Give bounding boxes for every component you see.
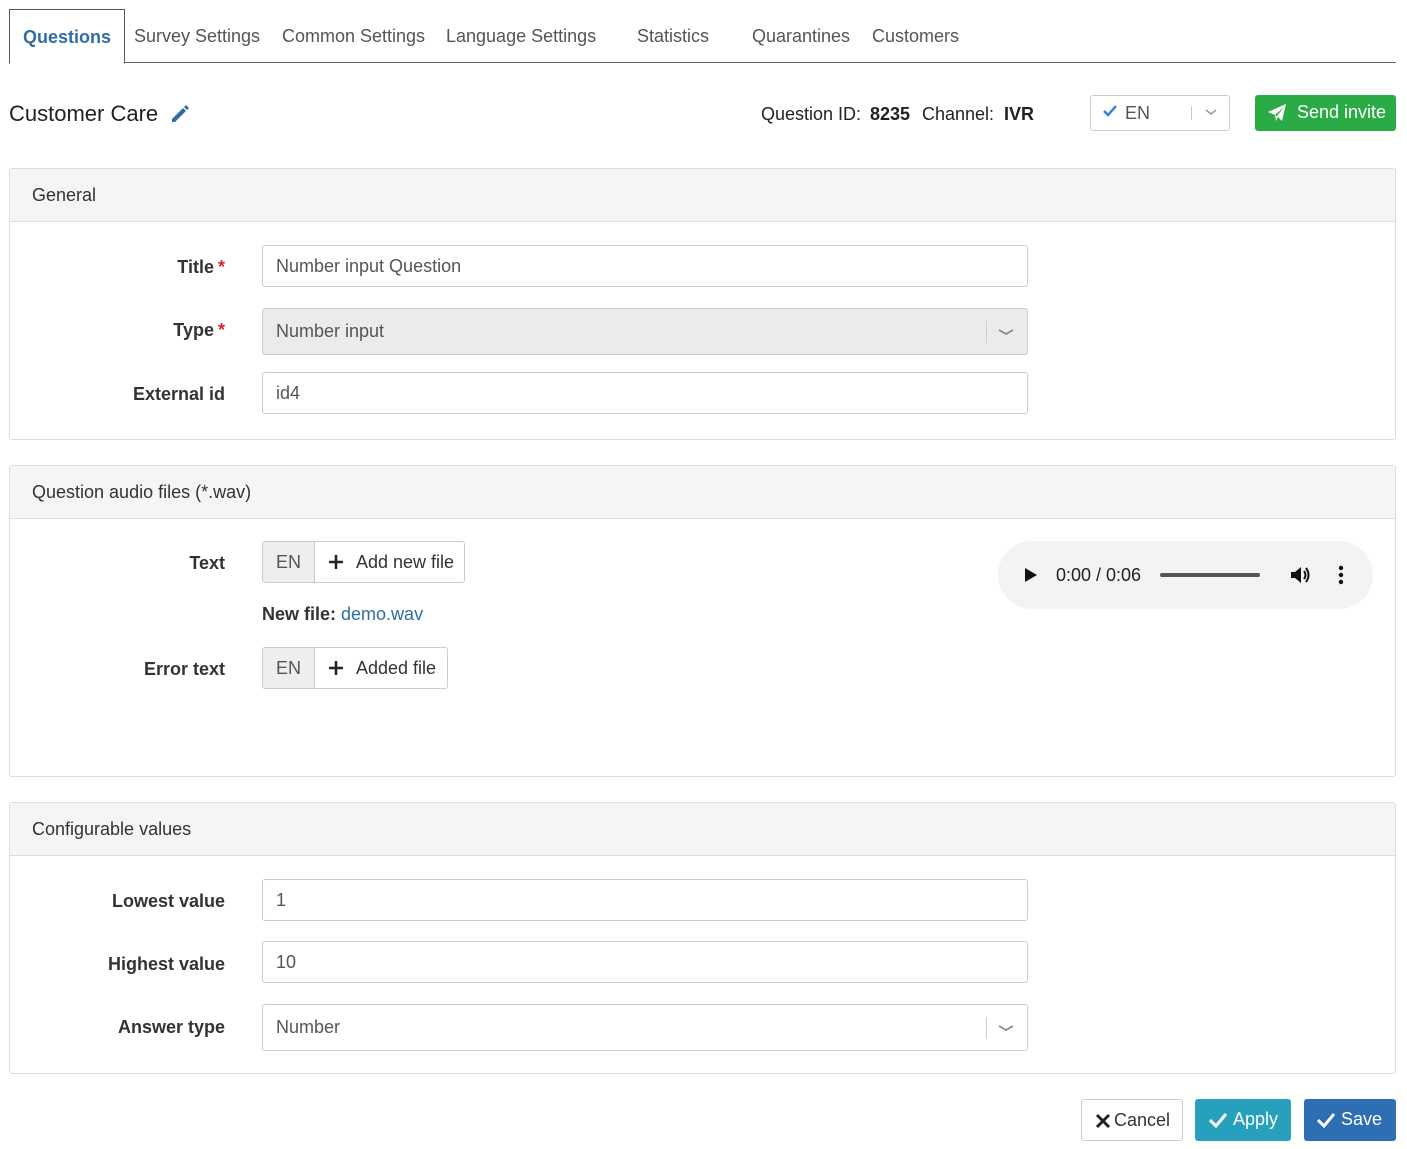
page-title: Customer Care bbox=[9, 101, 159, 126]
required-marker: * bbox=[217, 320, 225, 340]
tab-language-settings[interactable]: Language Settings bbox=[446, 9, 596, 63]
plus-icon bbox=[329, 661, 343, 675]
new-file-info: New file: demo.wav bbox=[262, 604, 423, 625]
paper-plane-icon bbox=[1268, 104, 1286, 121]
question-id-value: 8235 bbox=[870, 104, 911, 124]
play-icon[interactable] bbox=[1024, 567, 1038, 583]
cancel-label: Cancel bbox=[1114, 1110, 1171, 1130]
chevron-down-icon bbox=[998, 329, 1014, 336]
added-file-button[interactable]: Added file bbox=[315, 648, 447, 688]
general-panel: General Title * Number input Question Typ… bbox=[9, 168, 1396, 440]
close-icon bbox=[1095, 1113, 1111, 1129]
tab-survey-settings[interactable]: Survey Settings bbox=[134, 9, 260, 63]
add-new-file-label: Add new file bbox=[356, 552, 455, 572]
audio-time: 0:00 / 0:06 bbox=[1056, 565, 1142, 585]
plus-icon bbox=[329, 555, 343, 569]
select-separator bbox=[986, 321, 987, 343]
check-icon bbox=[1103, 105, 1117, 117]
general-heading: General bbox=[10, 169, 1395, 222]
lowest-value-label: Lowest value bbox=[111, 891, 225, 911]
error-lang-addon: EN bbox=[263, 648, 315, 688]
type-field-label: Type * bbox=[173, 320, 225, 340]
audio-seek-bar[interactable] bbox=[1160, 573, 1260, 577]
title-field-label: Title * bbox=[177, 257, 225, 277]
question-id-label: Question ID: bbox=[761, 104, 862, 124]
new-file-link[interactable]: demo.wav bbox=[341, 604, 423, 624]
save-label: Save bbox=[1341, 1109, 1383, 1129]
highest-value-label: Highest value bbox=[107, 954, 225, 974]
pencil-icon[interactable] bbox=[170, 104, 190, 124]
save-button[interactable]: Save bbox=[1304, 1099, 1396, 1141]
select-separator bbox=[1191, 106, 1192, 120]
channel-value: IVR bbox=[1004, 104, 1035, 124]
audio-files-heading: Question audio files (*.wav) bbox=[10, 466, 1395, 519]
language-select[interactable]: EN bbox=[1090, 95, 1230, 131]
add-new-file-button[interactable]: Add new file bbox=[315, 542, 464, 582]
text-file-group: EN Add new file bbox=[262, 541, 465, 583]
apply-button[interactable]: Apply bbox=[1195, 1099, 1291, 1141]
type-select[interactable]: Number input bbox=[262, 308, 1028, 355]
type-value: Number input bbox=[276, 321, 385, 341]
check-icon bbox=[1317, 1113, 1335, 1128]
error-text-label: Error text bbox=[143, 659, 225, 679]
required-marker: * bbox=[217, 257, 225, 277]
text-field-label: Text bbox=[189, 553, 225, 573]
tab-questions[interactable]: Questions bbox=[9, 9, 126, 64]
lowest-value-input[interactable]: 1 bbox=[262, 879, 1028, 921]
channel-label: Channel: bbox=[922, 104, 995, 124]
language-value: EN bbox=[1125, 103, 1151, 123]
volume-icon[interactable] bbox=[1290, 565, 1312, 585]
answer-type-value: Number bbox=[276, 1017, 341, 1037]
external-id-input[interactable]: id4 bbox=[262, 372, 1028, 414]
tab-customers[interactable]: Customers bbox=[872, 9, 959, 63]
external-id-label: External id bbox=[132, 384, 225, 404]
highest-value-input[interactable]: 10 bbox=[262, 941, 1028, 983]
more-options-icon[interactable] bbox=[1338, 565, 1344, 585]
audio-files-panel: Question audio files (*.wav) Text EN Add… bbox=[9, 465, 1396, 777]
check-icon bbox=[1209, 1113, 1227, 1128]
audio-player: 0:00 / 0:06 bbox=[998, 541, 1373, 609]
tab-quarantines[interactable]: Quarantines bbox=[752, 9, 850, 63]
select-separator bbox=[986, 1017, 987, 1039]
chevron-down-icon bbox=[1205, 109, 1217, 116]
tab-bar: Questions Survey Settings Common Setting… bbox=[9, 9, 1396, 64]
answer-type-select[interactable]: Number bbox=[262, 1004, 1028, 1051]
apply-label: Apply bbox=[1233, 1109, 1279, 1129]
cancel-button[interactable]: Cancel bbox=[1081, 1099, 1183, 1141]
added-file-label: Added file bbox=[356, 658, 437, 678]
configurable-values-heading: Configurable values bbox=[10, 803, 1395, 856]
tab-common-settings[interactable]: Common Settings bbox=[282, 9, 425, 63]
tab-statistics[interactable]: Statistics bbox=[637, 9, 709, 63]
title-input[interactable]: Number input Question bbox=[262, 245, 1028, 287]
answer-type-label: Answer type bbox=[117, 1017, 225, 1037]
chevron-down-icon bbox=[998, 1025, 1014, 1032]
text-lang-addon: EN bbox=[263, 542, 315, 582]
send-invite-label: Send invite bbox=[1297, 102, 1387, 122]
new-file-label: New file: bbox=[262, 604, 337, 624]
configurable-values-panel: Configurable values Lowest value 1 Highe… bbox=[9, 802, 1396, 1074]
error-text-file-group: EN Added file bbox=[262, 647, 448, 689]
send-invite-button[interactable]: Send invite bbox=[1255, 95, 1396, 131]
